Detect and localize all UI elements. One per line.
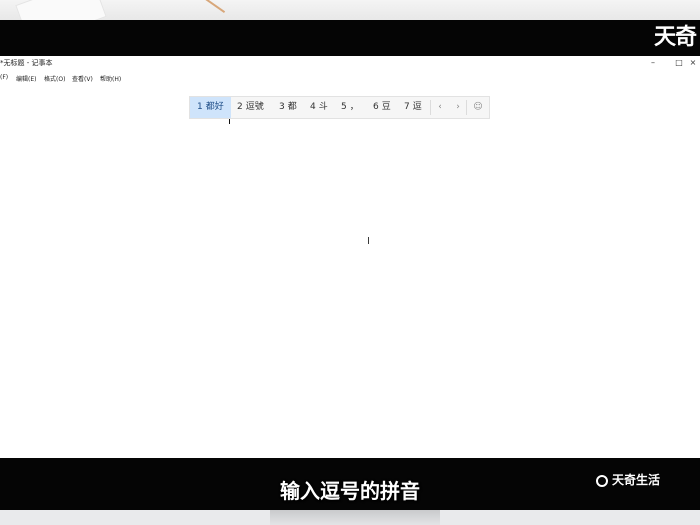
pen-decoration bbox=[174, 0, 226, 14]
candidate-text: ， bbox=[349, 102, 359, 112]
ime-candidate[interactable]: 4斗 bbox=[310, 97, 328, 118]
minimize-button[interactable]: – bbox=[640, 56, 666, 72]
close-button[interactable]: × bbox=[680, 56, 700, 72]
candidate-text: 都好 bbox=[205, 102, 224, 112]
menu-view[interactable]: 查看(V) bbox=[72, 74, 93, 83]
ime-candidate[interactable]: 3都 bbox=[279, 97, 297, 118]
menu-bar: (F) 编辑(E) 格式(O) 查看(V) 帮助(H) bbox=[0, 72, 700, 84]
candidate-number: 6 bbox=[373, 102, 379, 112]
text-editor-area[interactable]: dou'hao bbox=[0, 84, 700, 458]
candidate-number: 3 bbox=[279, 102, 285, 112]
candidate-number: 5 bbox=[341, 102, 347, 112]
menu-format[interactable]: 格式(O) bbox=[44, 74, 65, 83]
search-icon bbox=[595, 474, 608, 487]
prev-page-icon[interactable]: ‹ bbox=[431, 97, 449, 118]
monitor-bezel-top bbox=[0, 20, 700, 56]
emoji-icon[interactable]: ☺ bbox=[469, 97, 487, 118]
monitor-stand bbox=[270, 510, 440, 525]
menu-help[interactable]: 帮助(H) bbox=[100, 74, 121, 83]
paper-decoration bbox=[15, 0, 107, 20]
title-bar: *无标题 - 记事本 – □ × bbox=[0, 56, 700, 72]
ime-separator bbox=[466, 100, 467, 115]
candidate-number: 7 bbox=[404, 102, 410, 112]
watermark-text: 天奇生活 bbox=[611, 473, 660, 487]
brand-watermark: 天奇生活 bbox=[595, 470, 660, 490]
ibeam-cursor-icon: I bbox=[367, 236, 370, 247]
candidate-number: 2 bbox=[237, 102, 243, 112]
candidate-text: 都 bbox=[287, 102, 297, 112]
ime-candidate[interactable]: 6豆 bbox=[373, 97, 391, 118]
candidate-text: 逗號 bbox=[245, 102, 264, 112]
next-page-icon[interactable]: › bbox=[449, 97, 467, 118]
candidate-text: 逗 bbox=[412, 102, 422, 112]
desk-background bbox=[0, 0, 700, 20]
ime-candidate[interactable]: 1 都好 bbox=[190, 97, 231, 118]
candidate-number: 1 bbox=[197, 102, 203, 112]
candidate-number: 4 bbox=[310, 102, 316, 112]
brand-logo: 天奇 bbox=[653, 25, 697, 50]
ime-candidate[interactable]: 5， bbox=[341, 97, 359, 118]
menu-edit[interactable]: 编辑(E) bbox=[16, 74, 36, 83]
candidate-text: 斗 bbox=[318, 102, 328, 112]
ime-candidate[interactable]: 7逗 bbox=[404, 97, 422, 118]
ime-candidate-bar: 1 都好 2 逗號 3都 4斗 5， 6豆 7逗 ‹ › ☺ bbox=[189, 96, 490, 119]
candidate-text: 豆 bbox=[381, 102, 391, 112]
window-title: *无标题 - 记事本 bbox=[0, 59, 53, 67]
menu-file[interactable]: (F) bbox=[0, 74, 8, 81]
ime-candidate[interactable]: 2 逗號 bbox=[237, 97, 264, 118]
